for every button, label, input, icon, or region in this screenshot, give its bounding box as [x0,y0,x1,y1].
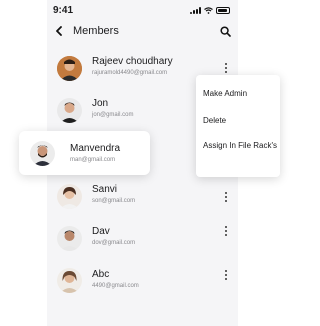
status-icons [190,6,230,14]
more-options-button[interactable] [222,269,230,281]
signal-icon [190,6,201,14]
status-bar: 9:41 [47,0,238,20]
menu-item-delete[interactable]: Delete [203,115,277,126]
member-name: Rajeev choudhary [92,56,173,67]
member-email: son@gmail.com [92,198,136,204]
wifi-icon [204,6,213,14]
avatar [57,226,82,251]
avatar [57,98,82,123]
avatar [57,184,82,209]
member-name: Abc [92,269,110,280]
options-menu: Make Admin Delete Assign In File Rack's [196,75,280,177]
member-name: Jon [92,98,109,109]
member-name: Dav [92,226,110,237]
member-email: rajuramold4490@gmail.com [92,70,168,76]
battery-icon [216,6,230,14]
search-icon [219,25,231,37]
back-button[interactable] [53,25,65,37]
member-email: man@gmail.com [70,157,116,163]
app-header: Members [47,20,238,42]
more-options-button[interactable] [222,191,230,203]
search-button[interactable] [218,24,232,38]
chevron-left-icon [56,26,62,36]
member-email: 4490@gmail.com [92,283,139,289]
member-name: Sanvi [92,184,118,195]
member-row[interactable]: Dav dov@gmail.com [47,222,238,262]
member-row[interactable]: Sanvi son@gmail.com [47,180,238,220]
menu-item-make-admin[interactable]: Make Admin [203,88,277,99]
menu-item-assign-file-rack[interactable]: Assign In File Rack's [203,140,277,151]
member-email: jon@gmail.com [92,112,134,118]
status-time: 9:41 [53,4,74,16]
selected-member-card[interactable]: Manvendra man@gmail.com [19,131,150,175]
member-row[interactable]: Abc 4490@gmail.com [47,265,238,305]
member-email: dov@gmail.com [92,240,136,246]
avatar [57,56,82,81]
avatar [57,268,82,293]
more-options-button[interactable] [222,62,230,74]
more-options-button[interactable] [222,225,230,237]
member-name: Manvendra [70,143,121,154]
page-title: Members [73,25,119,37]
avatar [30,141,55,166]
